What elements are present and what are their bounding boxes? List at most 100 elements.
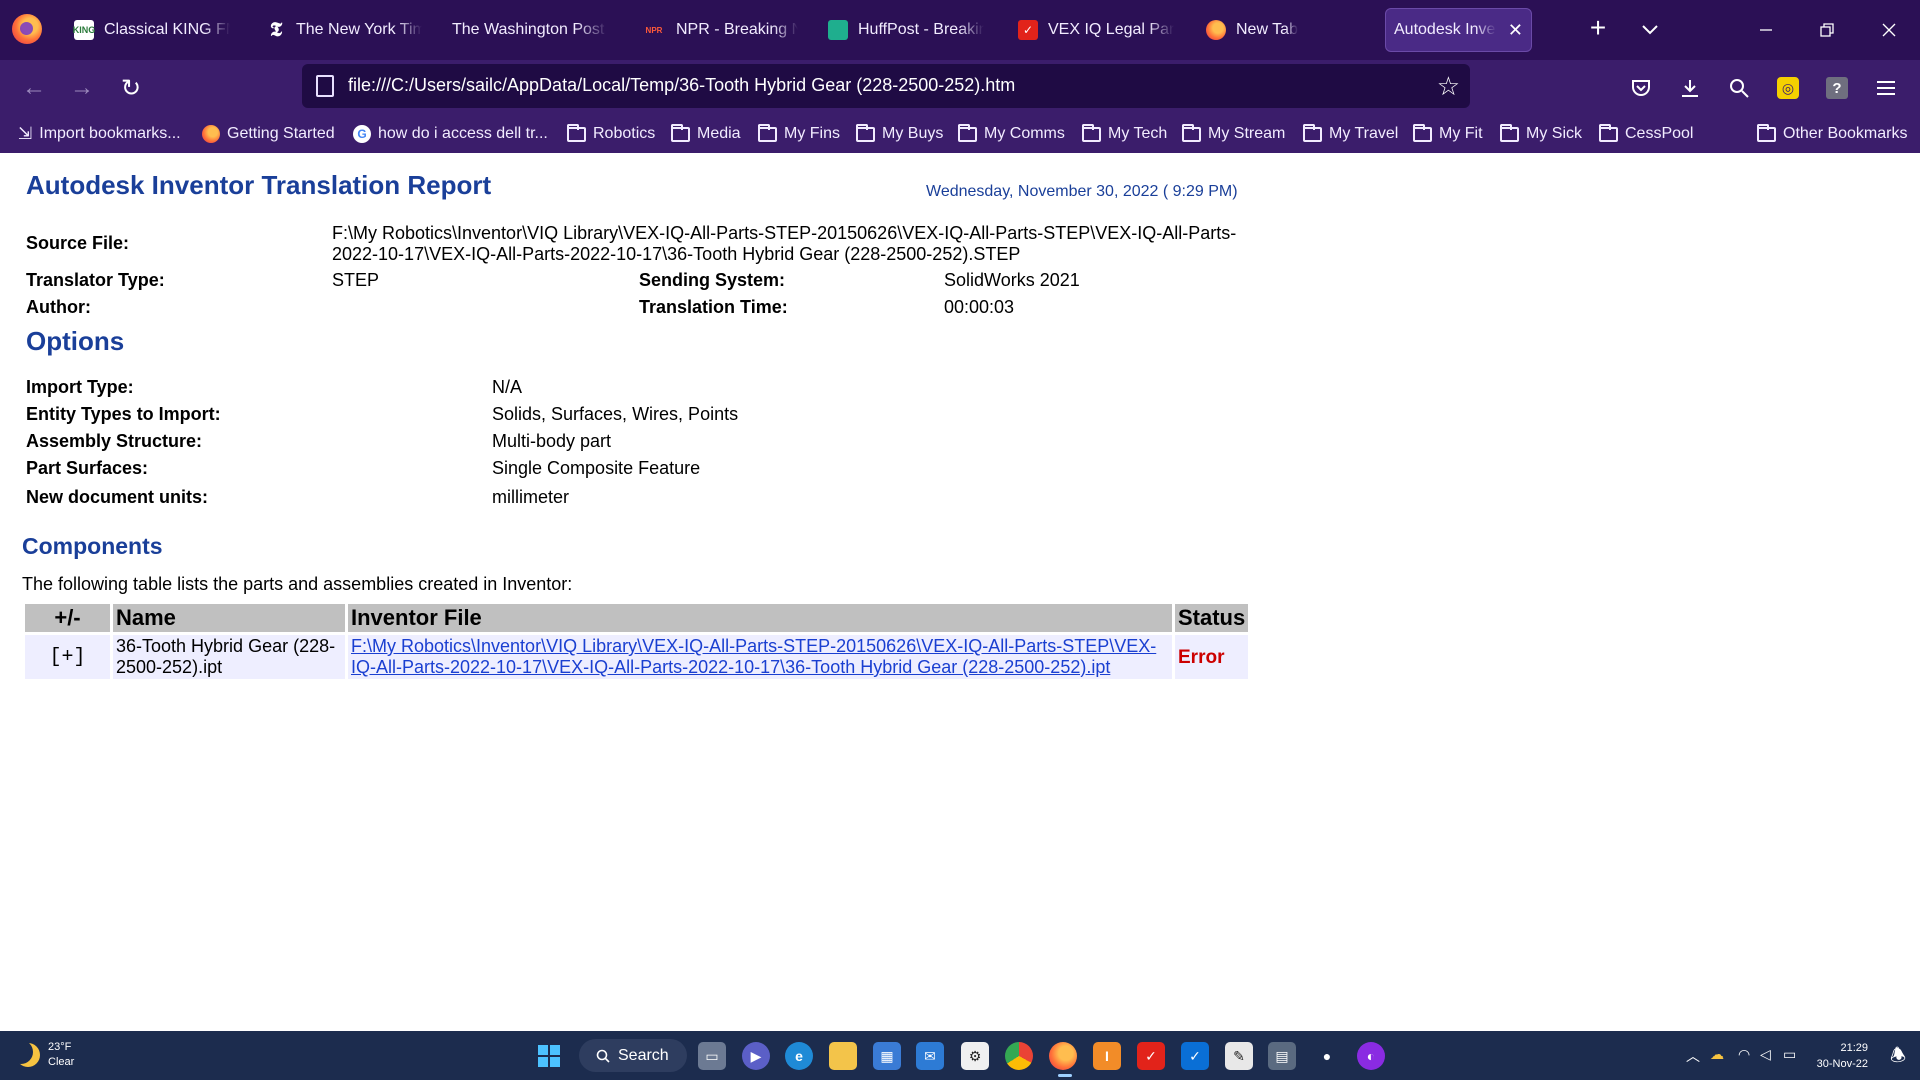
weather-widget[interactable]: 23°F Clear: [16, 1040, 74, 1070]
folder-icon: [856, 123, 875, 142]
tab-strip: KING Classical KING FM 𝕿 The New York Ti…: [0, 0, 1920, 60]
components-intro: The following table lists the parts and …: [22, 574, 573, 594]
bookmark-label: Robotics: [593, 125, 656, 142]
bookmark-dell[interactable]: G how do i access dell tr...: [353, 123, 548, 145]
tab-label: Classical KING FM: [104, 21, 230, 38]
help-extension-icon[interactable]: ?: [1821, 72, 1853, 104]
start-icon[interactable]: [535, 1042, 563, 1070]
reload-icon[interactable]: ↻: [115, 72, 147, 104]
app-menu-icon[interactable]: [1870, 72, 1902, 104]
task-view-icon[interactable]: ▭: [698, 1042, 726, 1070]
bookmark-folder-my-comms[interactable]: My Comms: [958, 123, 1065, 145]
bookmark-folder-media[interactable]: Media: [671, 123, 741, 145]
microsoft-store-icon[interactable]: ▦: [873, 1042, 901, 1070]
column-header-expand: +/-: [25, 604, 110, 632]
minimize-button[interactable]: [1743, 10, 1789, 50]
table-header-row: +/- Name Inventor File Status: [25, 604, 1249, 632]
edge-icon[interactable]: e: [785, 1042, 813, 1070]
bookmark-folder-robotics[interactable]: Robotics: [567, 123, 655, 145]
mail-icon[interactable]: ✉: [916, 1042, 944, 1070]
report-date: Wednesday, November 30, 2022 ( 9:29 PM): [926, 183, 1238, 200]
tab-inventor-report[interactable]: Autodesk Inventor Translation Report ✕: [1385, 8, 1532, 52]
bookmark-folder-cesspool[interactable]: CessPool: [1599, 123, 1693, 145]
teams-chat-icon[interactable]: ▶: [742, 1042, 770, 1070]
bookmark-getting-started[interactable]: Getting Started: [202, 123, 335, 145]
close-icon: [1882, 23, 1896, 37]
bookmark-folder-my-stream[interactable]: My Stream: [1182, 123, 1285, 145]
tab-king-fm[interactable]: KING Classical KING FM: [62, 8, 242, 52]
vex-code-icon[interactable]: ✓: [1181, 1042, 1209, 1070]
active-app-indicator: [1058, 1074, 1072, 1077]
tab-npr[interactable]: NPR NPR - Breaking News: [630, 8, 810, 52]
system-clock[interactable]: 21:29 30-Nov-22: [1810, 1040, 1868, 1072]
alien-app-icon[interactable]: ●: [1313, 1042, 1341, 1070]
url-text[interactable]: file:///C:/Users/sailc/AppData/Local/Tem…: [348, 75, 1015, 96]
nyt-icon: 𝕿: [269, 18, 283, 41]
list-all-tabs-icon[interactable]: [1636, 16, 1664, 44]
restore-button[interactable]: [1804, 10, 1850, 50]
option-label: Assembly Structure:: [26, 431, 203, 451]
bookmark-label: Other Bookmarks: [1783, 125, 1908, 142]
battery-icon[interactable]: ▭: [1783, 1046, 1796, 1063]
minimize-icon: [1760, 29, 1772, 31]
page-title: Autodesk Inventor Translation Report: [26, 170, 492, 200]
mask-app-icon[interactable]: ◐: [1357, 1042, 1385, 1070]
bookmark-folder-other[interactable]: Other Bookmarks: [1757, 123, 1907, 145]
bookmark-import[interactable]: ⇲ Import bookmarks...: [18, 123, 181, 145]
bookmark-folder-my-buys[interactable]: My Buys: [856, 123, 943, 145]
pocket-icon[interactable]: [1625, 72, 1657, 104]
forward-icon[interactable]: →: [66, 72, 98, 104]
column-header-inventor-file: Inventor File: [348, 604, 1172, 632]
vex-taskbar-icon[interactable]: ✓: [1137, 1042, 1165, 1070]
huffpost-icon: [828, 20, 848, 40]
new-tab-button[interactable]: +: [1582, 12, 1614, 48]
firefox-menu-icon[interactable]: [12, 14, 42, 44]
tab-vex-iq[interactable]: ✓ VEX IQ Legal Parts: [1006, 8, 1186, 52]
back-icon[interactable]: ←: [18, 72, 50, 104]
expand-toggle[interactable]: [+]: [25, 635, 110, 679]
inventor-file-link[interactable]: F:\My Robotics\Inventor\VIQ Library\VEX-…: [351, 636, 1156, 677]
inventor-icon[interactable]: I: [1093, 1042, 1121, 1070]
bookmark-folder-my-fins[interactable]: My Fins: [758, 123, 840, 145]
king-fm-icon: KING: [73, 20, 95, 40]
bookmark-folder-my-travel[interactable]: My Travel: [1303, 123, 1398, 145]
navigation-toolbar: ← → ↻ file:///C:/Users/sailc/AppData/Loc…: [0, 60, 1920, 115]
folder-icon: [1500, 123, 1519, 142]
close-tab-icon[interactable]: ✕: [1508, 20, 1523, 41]
extension-icon[interactable]: ◎: [1772, 72, 1804, 104]
browser-chrome: KING Classical KING FM 𝕿 The New York Ti…: [0, 0, 1920, 153]
firefox-icon: [1206, 20, 1226, 40]
tab-huffpost[interactable]: HuffPost - Breaking: [816, 8, 996, 52]
bookmark-folder-my-tech[interactable]: My Tech: [1082, 123, 1167, 145]
onedrive-warning-icon[interactable]: ☁: [1710, 1046, 1724, 1063]
downloads-icon[interactable]: [1674, 72, 1706, 104]
wifi-icon[interactable]: ◠: [1738, 1046, 1750, 1063]
close-window-button[interactable]: [1866, 10, 1912, 50]
firefox-taskbar-icon[interactable]: [1049, 1042, 1077, 1070]
sketch-app-icon[interactable]: ✎: [1225, 1042, 1253, 1070]
page-info-icon[interactable]: [316, 75, 334, 97]
calculator-icon[interactable]: ▤: [1268, 1042, 1296, 1070]
table-row: [+] 36-Tooth Hybrid Gear (228-2500-252).…: [25, 635, 1249, 679]
inventor-file-cell: F:\My Robotics\Inventor\VIQ Library\VEX-…: [348, 635, 1172, 679]
volume-icon[interactable]: ◁: [1760, 1046, 1771, 1063]
bookmark-folder-my-fit[interactable]: My Fit: [1413, 123, 1483, 145]
zoom-icon[interactable]: [1723, 72, 1755, 104]
taskbar-search[interactable]: Search: [579, 1039, 687, 1072]
bookmark-folder-my-sick[interactable]: My Sick: [1500, 123, 1582, 145]
weather-temp: 23°F: [48, 1041, 72, 1053]
show-hidden-icons[interactable]: ︿: [1686, 1046, 1700, 1066]
terminal-app-icon[interactable]: ⚙: [961, 1042, 989, 1070]
bookmark-star-icon[interactable]: ☆: [1437, 71, 1460, 102]
translator-type-label: Translator Type:: [26, 270, 165, 290]
file-explorer-icon[interactable]: [829, 1042, 857, 1070]
address-bar[interactable]: file:///C:/Users/sailc/AppData/Local/Tem…: [302, 64, 1470, 108]
vex-icon: ✓: [1018, 20, 1038, 40]
tab-washington-post[interactable]: The Washington Post -: [440, 8, 620, 52]
translator-type-value: STEP: [332, 270, 380, 290]
option-label: Entity Types to Import:: [26, 404, 221, 424]
notification-bell-icon[interactable]: 🕭: [1890, 1043, 1906, 1073]
tab-new-tab[interactable]: New Tab: [1194, 8, 1374, 52]
tab-nytimes[interactable]: 𝕿 The New York Times: [254, 8, 434, 52]
chrome-icon[interactable]: [1005, 1042, 1033, 1070]
